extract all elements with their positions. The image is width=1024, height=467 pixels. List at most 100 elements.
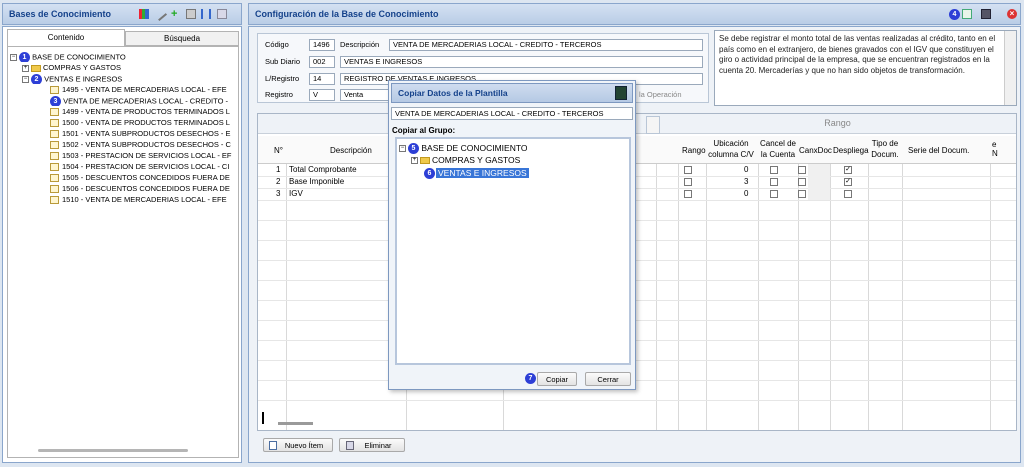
tree-node-compras[interactable]: + COMPRAS Y GASTOS [22,63,121,73]
dialog-tree-ventas[interactable]: 6 VENTAS E INGRESOS [424,167,529,180]
codigo-label: Código [265,40,289,49]
col-descripcion: Descripción [330,146,372,155]
canxdoc-checkbox[interactable] [798,166,806,174]
document-icon [50,163,59,172]
cancel-checkbox[interactable] [770,190,778,198]
tree-leaf[interactable]: 1506 - DESCUENTOS CONCEDIDOS FUERA DE [50,184,238,194]
subdiario-code-field[interactable]: 002 [309,56,335,68]
badge-6: 6 [424,168,435,180]
description-note: Se debe registrar el monto total de las … [714,30,1017,106]
rango-checkbox[interactable] [684,166,692,174]
col-despliega: Despliega [833,146,869,155]
tree-leaf[interactable]: 1501 - VENTA SUBPRODUCTOS DESECHOS - E [50,129,238,139]
left-panel-title: Bases de Conocimiento [9,9,112,19]
right-panel-title: Configuración de la Base de Conocimiento [255,9,439,19]
tree-leaf[interactable]: 1495 - VENTA DE MERCADERIAS LOCAL - EFE [50,85,238,95]
rango-header: Rango [824,118,851,128]
tree-node-root[interactable]: −1 BASE DE CONOCIMIENTO [10,52,126,62]
dialog-tree-compras[interactable]: + COMPRAS Y GASTOS [411,154,520,166]
eliminar-button[interactable]: Eliminar [339,438,405,452]
despliega-checkbox[interactable] [844,190,852,198]
edit-icon[interactable] [152,6,168,22]
lregistro-code-field[interactable]: 14 [309,73,335,85]
lregistro-label: L/Registro [265,74,300,83]
dialog-tree-root[interactable]: −5 BASE DE CONOCIMIENTO [399,142,527,154]
grid-container: Rango N° Descripción Rango Ubicación col… [257,113,1017,431]
col-n: N° [274,146,283,155]
table-row[interactable]: 3 IGV 0 [258,189,1016,200]
rango-checkbox[interactable] [684,178,692,186]
tree-leaf[interactable]: 1503 - PRESTACION DE SERVICIOS LOCAL - E… [50,151,238,161]
horizontal-scrollbar[interactable] [38,449,188,452]
document-icon [50,141,59,150]
codigo-field[interactable]: 1496 [309,39,335,51]
badge-2: 2 [31,74,42,84]
tree-container: −1 BASE DE CONOCIMIENTO + COMPRAS Y GASTO… [7,46,239,458]
expand-icon[interactable] [201,9,211,19]
table-row[interactable]: 2 Base Imponible 3 ✓ [258,177,1016,188]
dialog-tree: −5 BASE DE CONOCIMIENTO + COMPRAS Y GASTO… [395,137,631,365]
tree-leaf[interactable]: 1502 - VENTA SUBPRODUCTOS DESECHOS - C [50,140,238,150]
descripcion-label: Descripción [340,40,380,49]
grid-top-tab [646,116,660,134]
rango-checkbox[interactable] [684,190,692,198]
dialog-title-bar: Copiar Datos de la Plantilla [391,83,633,103]
tree-leaf[interactable]: 1505 - DESCUENTOS CONCEDIDOS FUERA DE [50,173,238,183]
cerrar-button[interactable]: Cerrar [585,372,631,386]
subdiario-field[interactable]: VENTAS E INGRESOS [340,56,703,68]
tree-leaf-selected[interactable]: 3 VENTA DE MERCADERIAS LOCAL - CREDITO - [50,96,238,106]
tree-node-ventas[interactable]: −2 VENTAS E INGRESOS [22,74,122,84]
descripcion-field[interactable]: VENTA DE MERCADERIAS LOCAL - CREDITO - T… [389,39,703,51]
tree-leaf[interactable]: 1504 - PRESTACION DE SERVICIOS LOCAL - C… [50,162,238,172]
left-panel: Contenido Búsqueda −1 BASE DE CONOCIMIEN… [2,26,242,463]
print-icon[interactable] [186,9,196,19]
badge-5: 5 [408,143,419,154]
badge-4: 4 [949,9,960,20]
delete-icon [346,441,354,450]
chart-icon[interactable] [139,9,149,19]
col-rango: Rango [682,146,706,155]
registro-field[interactable]: Venta [340,89,390,101]
tree-leaf[interactable]: 1500 - VENTA DE PRODUCTOS TERMINADOS L [50,118,238,128]
registro-code-field[interactable]: V [309,89,335,101]
operacion-hint: la Operación [639,90,682,99]
exit-icon[interactable] [615,86,627,100]
folder-icon [420,157,430,165]
cancel-checkbox[interactable] [770,178,778,186]
despliega-checkbox[interactable]: ✓ [844,178,852,186]
nuevo-item-button[interactable]: Nuevo Ítem [263,438,333,452]
despliega-checkbox[interactable]: ✓ [844,166,852,174]
badge-1: 1 [19,52,30,62]
tab-busqueda[interactable]: Búsqueda [125,31,239,46]
canxdoc-checkbox[interactable] [798,190,806,198]
dialog-title: Copiar Datos de la Plantilla [398,88,508,98]
col-serie-docum: Serie del Docum. [908,146,970,155]
canxdoc-checkbox[interactable] [798,178,806,186]
grid-scroll-anchor [262,412,264,424]
col-tipo-docum: Tipo de Docum. [871,139,899,159]
delete-icon[interactable] [217,9,227,19]
add-icon[interactable]: + [171,9,181,20]
save-icon[interactable] [981,9,991,19]
copy-template-icon[interactable] [962,9,972,19]
tree-leaf[interactable]: 1510 - VENTA DE MERCADERIAS LOCAL - EFE [50,195,238,205]
document-icon [50,108,59,117]
folder-icon [31,64,41,72]
grid-horizontal-scrollbar[interactable] [278,422,313,425]
cancel-checkbox[interactable] [770,166,778,174]
document-icon [50,185,59,194]
note-scrollbar[interactable] [1004,31,1016,105]
table-row[interactable]: 1 Total Comprobante 0 ✓ [258,165,1016,176]
plantilla-field: VENTA DE MERCADERIAS LOCAL - CREDITO - T… [391,107,633,120]
copiar-button[interactable]: Copiar [537,372,577,386]
close-icon[interactable]: × [1007,9,1017,19]
grid-body [258,164,1016,430]
left-panel-header: Bases de Conocimiento + [2,3,242,25]
grid-header: N° Descripción Rango Ubicación columna C… [258,136,1016,164]
tree-leaf[interactable]: 1499 - VENTA DE PRODUCTOS TERMINADOS L [50,107,238,117]
document-icon [50,130,59,139]
tab-contenido[interactable]: Contenido [7,29,125,46]
badge-3: 3 [50,96,61,106]
right-panel-header: Configuración de la Base de Conocimiento… [248,3,1021,25]
document-icon [50,152,59,161]
